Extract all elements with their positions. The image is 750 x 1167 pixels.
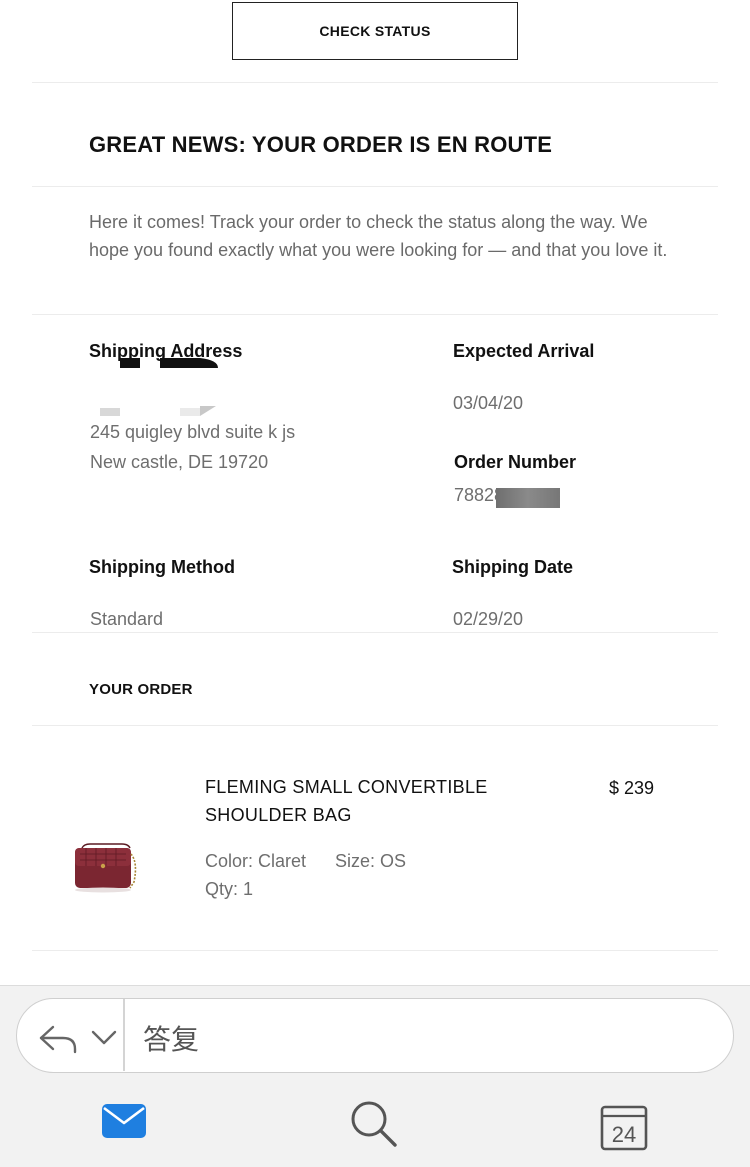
order-headline: GREAT NEWS: YOUR ORDER IS EN ROUTE xyxy=(89,132,553,157)
redacted-name xyxy=(100,356,230,418)
product-qty: Qty: 1 xyxy=(205,879,254,899)
address-line-2: New castle, DE 19720 xyxy=(90,452,269,472)
shipping-date-label: Shipping Date xyxy=(452,557,573,577)
reply-button[interactable]: 答复 xyxy=(143,1018,199,1058)
reply-separator xyxy=(123,999,125,1071)
product-image[interactable] xyxy=(70,842,142,894)
intro-text: Here it comes! Track your order to check… xyxy=(89,212,668,260)
calendar-icon[interactable]: 24 xyxy=(600,1104,648,1157)
check-status-button[interactable]: CHECK STATUS xyxy=(232,2,518,60)
shipping-method-label: Shipping Method xyxy=(89,557,235,577)
expected-arrival-value: 03/04/20 xyxy=(453,393,524,413)
address-line-1: 245 quigley blvd suite k js xyxy=(90,422,296,442)
product-name[interactable]: FLEMING SMALL CONVERTIBLE SHOULDER BAG xyxy=(205,774,545,829)
mail-icon[interactable] xyxy=(100,1101,148,1146)
divider xyxy=(32,314,718,315)
expected-arrival-label: Expected Arrival xyxy=(453,341,595,361)
product-size: Size: OS xyxy=(335,851,407,871)
product-color: Color: Claret xyxy=(205,851,307,871)
product-name-line-2: SHOULDER BAG xyxy=(205,804,352,825)
divider xyxy=(32,186,718,187)
order-number-redaction xyxy=(496,488,560,508)
chevron-down-icon[interactable] xyxy=(89,1025,119,1049)
shipping-method-value: Standard xyxy=(90,609,164,629)
product-name-line-1: FLEMING SMALL CONVERTIBLE xyxy=(205,777,488,797)
divider xyxy=(32,725,718,726)
shipping-date-value: 02/29/20 xyxy=(453,609,524,629)
your-order-heading: YOUR ORDER xyxy=(89,681,193,698)
divider xyxy=(32,82,718,83)
search-icon[interactable] xyxy=(348,1098,400,1155)
calendar-date: 24 xyxy=(612,1122,636,1147)
order-number-label: Order Number xyxy=(454,452,577,472)
reply-arrow-icon[interactable] xyxy=(37,1019,81,1055)
divider xyxy=(32,632,718,633)
email-body: CHECK STATUS GREAT NEWS: YOUR ORDER IS E… xyxy=(0,0,750,985)
bottom-toolbar: 答复 24 xyxy=(0,985,750,1167)
divider xyxy=(32,950,718,951)
reply-bar: 答复 xyxy=(16,998,734,1073)
product-price: $ 239 xyxy=(609,778,655,798)
